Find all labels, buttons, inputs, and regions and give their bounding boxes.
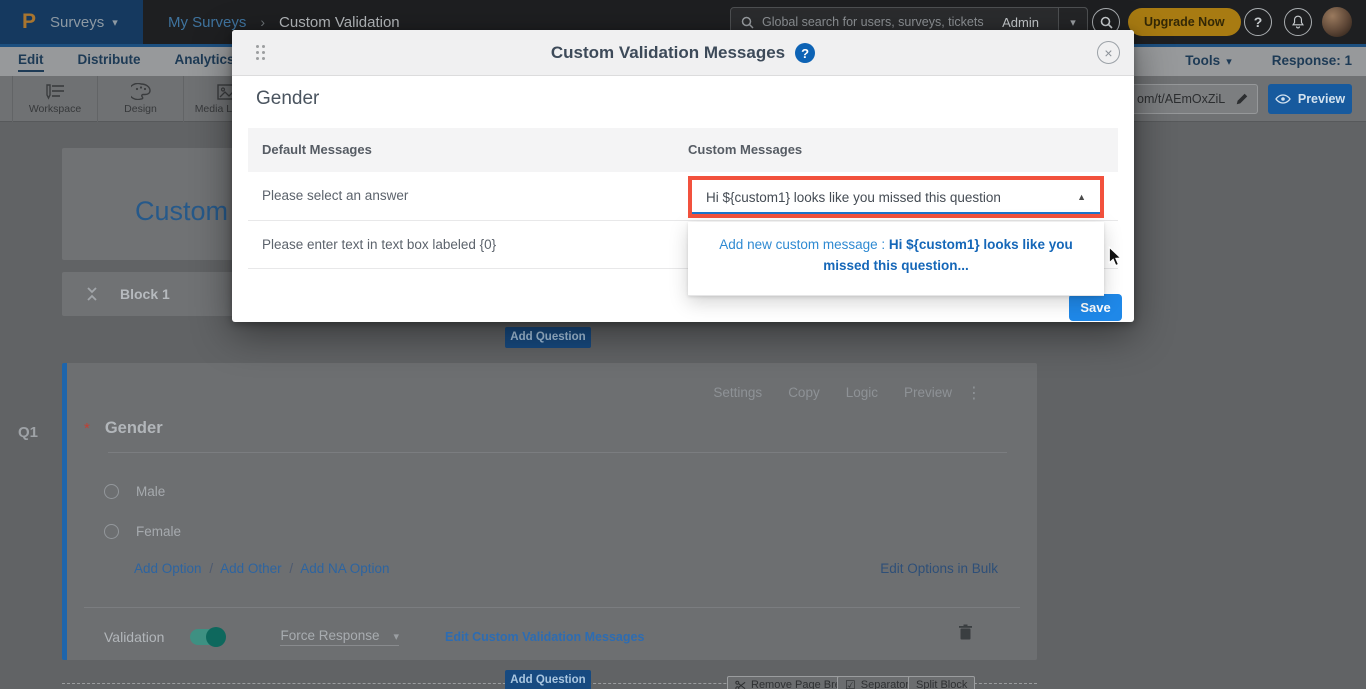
add-other-link[interactable]: Add Other bbox=[220, 561, 282, 576]
question-mark-icon: ? bbox=[1254, 14, 1263, 30]
palette-icon bbox=[131, 83, 151, 100]
edit-custom-validation-link[interactable]: Edit Custom Validation Messages bbox=[445, 630, 644, 644]
default-message-cell: Please enter text in text box labeled {0… bbox=[262, 222, 496, 268]
product-name: Surveys bbox=[50, 14, 104, 31]
question-settings-link[interactable]: Settings bbox=[713, 385, 762, 400]
radio-icon[interactable] bbox=[104, 524, 119, 539]
tab-distribute[interactable]: Distribute bbox=[78, 52, 141, 72]
option-links: Add Option / Add Other / Add NA Option bbox=[134, 561, 390, 576]
radio-icon[interactable] bbox=[104, 484, 119, 499]
option-row: Female bbox=[104, 524, 181, 539]
share-url-field[interactable]: om/t/AEmOxZiL bbox=[1128, 84, 1258, 114]
notifications-button[interactable] bbox=[1284, 8, 1312, 36]
column-custom-messages: Custom Messages bbox=[688, 128, 802, 172]
question-title[interactable]: Gender bbox=[105, 419, 163, 438]
share-url-text: om/t/AEmOxZiL bbox=[1137, 92, 1235, 106]
add-question-button[interactable]: Add Question bbox=[505, 670, 591, 689]
modal-header: Custom Validation Messages ? × bbox=[232, 30, 1134, 76]
toolbar-workspace-button[interactable]: Workspace bbox=[12, 76, 98, 122]
question-card[interactable]: Settings Copy Logic Preview ⋮ * Gender M… bbox=[62, 363, 1037, 660]
question-title-row: * Gender bbox=[84, 419, 163, 438]
add-question-button[interactable]: Add Question bbox=[505, 327, 591, 348]
question-preview-link[interactable]: Preview bbox=[904, 385, 952, 400]
validation-row: Validation Force Response▾ Edit Custom V… bbox=[104, 621, 1020, 653]
modal-title: Custom Validation Messages bbox=[551, 43, 785, 63]
close-icon: × bbox=[1104, 45, 1112, 61]
chevron-down-icon: ▾ bbox=[112, 16, 118, 29]
dropdown-option-prefix: Add new custom message : bbox=[719, 237, 889, 252]
chevron-down-icon: ▾ bbox=[1070, 16, 1076, 29]
edit-options-bulk-link[interactable]: Edit Options in Bulk bbox=[880, 561, 998, 576]
bell-icon bbox=[1291, 15, 1305, 30]
tab-analytics[interactable]: Analytics bbox=[175, 52, 235, 72]
logo-mark: P bbox=[22, 10, 36, 34]
search-placeholder: Global search for users, surveys, ticket… bbox=[762, 15, 1002, 29]
survey-tabs: Edit Distribute Analytics bbox=[18, 52, 235, 72]
add-na-option-link[interactable]: Add NA Option bbox=[300, 561, 389, 576]
eye-icon bbox=[1275, 94, 1291, 104]
validation-type-dropdown[interactable]: Force Response▾ bbox=[280, 628, 399, 646]
divider bbox=[248, 220, 1118, 221]
workspace-icon bbox=[44, 84, 66, 100]
block-label: Block 1 bbox=[120, 286, 170, 302]
question-copy-link[interactable]: Copy bbox=[788, 385, 820, 400]
breadcrumb-my-surveys[interactable]: My Surveys bbox=[168, 14, 246, 31]
toggle-knob-icon bbox=[206, 627, 226, 647]
custom-message-dropdown-option[interactable]: Add new custom message : Hi ${custom1} l… bbox=[688, 222, 1104, 296]
default-message-cell: Please select an answer bbox=[262, 172, 408, 220]
breadcrumb-separator-icon: › bbox=[260, 14, 265, 30]
question-logic-link[interactable]: Logic bbox=[846, 385, 878, 400]
checkbox-checked-icon: ☑ bbox=[845, 679, 856, 689]
tab-edit[interactable]: Edit bbox=[18, 52, 44, 72]
split-block-button[interactable]: Split Block bbox=[908, 676, 975, 689]
search-icon bbox=[1100, 16, 1113, 29]
preview-button[interactable]: Preview bbox=[1268, 84, 1352, 114]
custom-message-select highlight-annotation[interactable]: Hi ${custom1} looks like you missed this… bbox=[688, 176, 1104, 218]
more-vertical-icon[interactable]: ⋮ bbox=[966, 383, 982, 403]
caret-up-icon: ▲ bbox=[1077, 192, 1086, 202]
option-row: Male bbox=[104, 484, 165, 499]
chevron-down-icon: ▾ bbox=[394, 631, 400, 643]
search-icon bbox=[741, 16, 754, 29]
scissors-icon bbox=[735, 680, 746, 689]
modal-help-icon[interactable]: ? bbox=[795, 43, 815, 63]
chevron-down-icon: ▾ bbox=[1226, 56, 1232, 68]
app-logo[interactable]: P Surveys ▾ bbox=[0, 0, 143, 44]
delete-question-button[interactable] bbox=[958, 624, 973, 641]
upgrade-button[interactable]: Upgrade Now bbox=[1128, 8, 1241, 36]
divider bbox=[84, 607, 1020, 608]
validation-label: Validation bbox=[104, 629, 164, 645]
save-button[interactable]: Save bbox=[1069, 294, 1122, 321]
table-header-row: Default Messages Custom Messages bbox=[248, 128, 1118, 172]
response-count[interactable]: Response: 1 bbox=[1272, 53, 1352, 68]
pencil-icon[interactable] bbox=[1235, 92, 1249, 106]
breadcrumb-current: Custom Validation bbox=[279, 14, 400, 31]
user-avatar[interactable] bbox=[1322, 7, 1352, 37]
modal-question-title: Gender bbox=[256, 88, 319, 110]
validation-toggle[interactable] bbox=[190, 629, 224, 645]
question-menu: Settings Copy Logic Preview bbox=[713, 385, 952, 400]
question-number: Q1 bbox=[18, 424, 38, 441]
toolbar-design-button[interactable]: Design bbox=[98, 76, 184, 122]
trash-icon bbox=[958, 624, 973, 641]
required-asterisk-icon: * bbox=[84, 420, 90, 437]
search-scope: Admin bbox=[1002, 15, 1049, 30]
option-label[interactable]: Female bbox=[136, 524, 181, 539]
focus-underline bbox=[692, 212, 1100, 215]
tools-menu[interactable]: Tools▾ bbox=[1185, 53, 1232, 68]
modal-close-button[interactable]: × bbox=[1097, 41, 1120, 64]
custom-message-value: Hi ${custom1} looks like you missed this… bbox=[706, 190, 1069, 205]
separator-checkbox[interactable]: ☑ Separator bbox=[837, 676, 917, 689]
option-label[interactable]: Male bbox=[136, 484, 165, 499]
custom-validation-modal: Custom Validation Messages ? × Gender De… bbox=[232, 30, 1134, 322]
collapse-block-icon[interactable] bbox=[86, 286, 98, 302]
question-title-underline bbox=[108, 452, 1007, 453]
column-default-messages: Default Messages bbox=[262, 128, 372, 172]
add-option-link[interactable]: Add Option bbox=[134, 561, 202, 576]
help-button[interactable]: ? bbox=[1244, 8, 1272, 36]
app-root: P Surveys ▾ My Surveys › Custom Validati… bbox=[0, 0, 1366, 689]
